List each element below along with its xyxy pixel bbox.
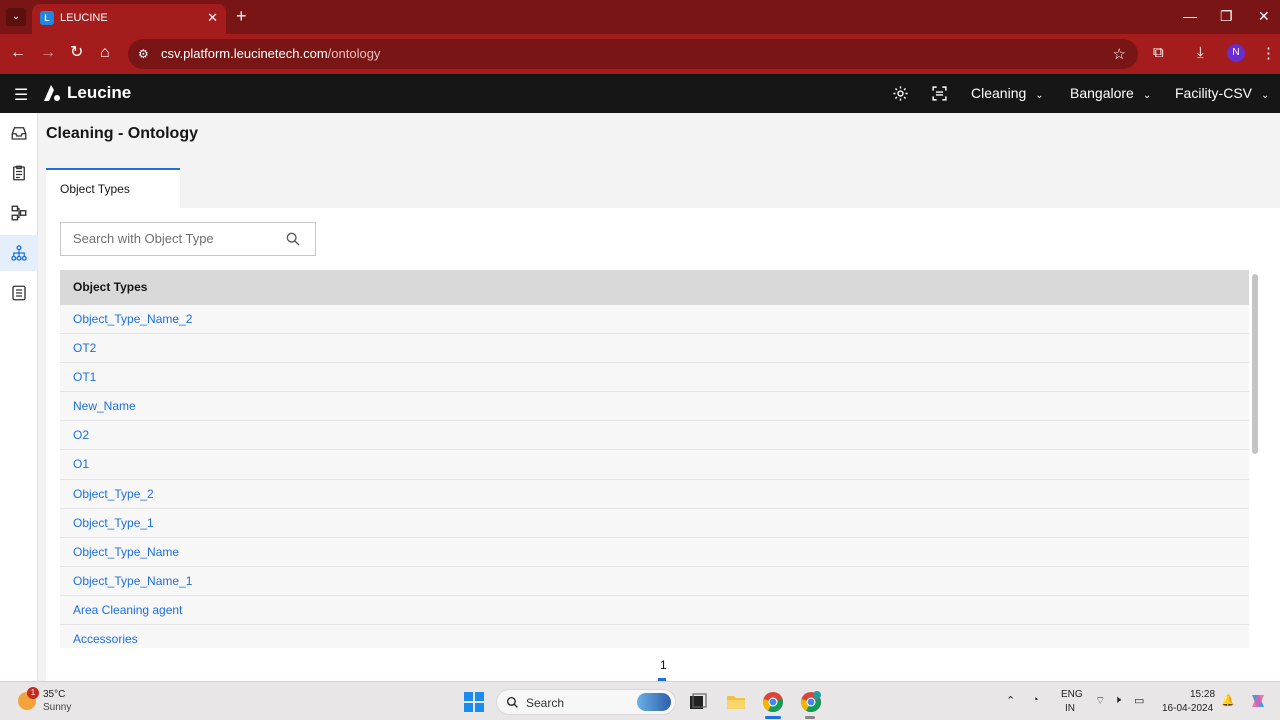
table-row[interactable]: OT2 (60, 334, 1249, 364)
chevron-down-icon: ⌄ (1142, 90, 1152, 101)
windows-start-icon[interactable] (464, 692, 484, 712)
minimize-icon[interactable]: — (1183, 8, 1197, 24)
download-icon[interactable]: ⤓ (1197, 44, 1204, 61)
new-tab-button[interactable]: + (236, 7, 247, 25)
browser-tab[interactable]: L LEUCINE ✕ (32, 4, 226, 34)
sidebar-item-checklists[interactable] (0, 155, 38, 191)
leucine-logo-icon (44, 85, 60, 101)
task-view-icon[interactable] (687, 691, 709, 713)
facility-select[interactable]: Facility-CSV ⌄ (1175, 85, 1269, 101)
window-close-icon[interactable]: ✕ (1258, 8, 1270, 25)
clock-time[interactable]: 15:28 (1190, 689, 1215, 700)
clock-date[interactable]: 16-04-2024 (1162, 703, 1213, 714)
site-info-icon[interactable]: ⚙ (138, 47, 152, 61)
sidebar-item-ontology[interactable] (0, 235, 38, 271)
chrome-profile-icon[interactable] (800, 691, 822, 713)
tab-label: Object Types (60, 182, 130, 196)
table-row[interactable]: Accessories (60, 625, 1249, 648)
table-row[interactable]: O2 (60, 421, 1249, 451)
taskbar-search-label: Search (526, 696, 565, 710)
browser-menu-icon[interactable]: ⋮ (1261, 44, 1276, 62)
table-row[interactable]: Object_Type_1 (60, 508, 1249, 538)
tab-object-types[interactable]: Object Types (46, 168, 180, 208)
table-header: Object Types (60, 270, 1249, 305)
copilot-icon[interactable] (1248, 691, 1268, 714)
checklist-icon (13, 165, 25, 181)
forward-icon[interactable]: → (40, 44, 56, 62)
report-icon (12, 285, 26, 301)
browser-toolbar: ← → ↻ ⌂ ⚙ csv.platform.leucinetech.com/o… (0, 34, 1280, 74)
restore-icon[interactable]: ❐ (1220, 8, 1233, 25)
bookmark-star-icon[interactable]: ☆ (1113, 45, 1126, 63)
sidebar (0, 113, 38, 681)
profile-avatar[interactable]: N (1227, 44, 1245, 62)
chrome-icon[interactable] (762, 691, 784, 713)
table-row[interactable]: Object_Type_Name_1 (60, 566, 1249, 596)
pagination-page-number[interactable]: 1 (660, 658, 667, 672)
search-icon[interactable] (285, 231, 301, 247)
hamburger-menu-icon[interactable]: ☰ (14, 85, 28, 105)
scan-icon[interactable] (931, 85, 948, 102)
table-scrollbar[interactable] (1252, 274, 1258, 454)
logo-text: Leucine (67, 83, 132, 102)
wifi-icon[interactable]: ⌔ (1095, 694, 1105, 708)
table-row[interactable]: Area Cleaning agent (60, 595, 1249, 626)
battery-icon[interactable]: ▭ (1134, 694, 1144, 707)
home-icon[interactable]: ⌂ (100, 44, 110, 62)
volume-muted-icon[interactable]: 🕨 (1114, 694, 1121, 707)
search-box[interactable] (60, 222, 316, 256)
chevron-down-icon: ⌄ (1261, 90, 1270, 101)
taskbar-search[interactable]: Search (496, 689, 676, 715)
search-highlight-icon (637, 693, 671, 711)
sidebar-item-processes[interactable] (0, 195, 38, 231)
open-app-indicator (805, 716, 815, 719)
sidebar-item-inbox[interactable] (0, 115, 38, 151)
tray-app-icon[interactable]: ◔ (1032, 694, 1039, 706)
browser-titlebar: ⌄ L LEUCINE ✕ + — ❐ ✕ (0, 0, 1280, 34)
weather-notification-badge: 1 (27, 687, 39, 699)
table-row[interactable]: OT1 (60, 363, 1249, 393)
tab-title: LEUCINE (60, 12, 108, 24)
table-row[interactable]: O1 (60, 450, 1249, 480)
settings-gear-icon[interactable] (892, 85, 909, 102)
module-select[interactable]: Cleaning ⌄ (971, 85, 1044, 101)
ontology-tree-icon (11, 245, 27, 261)
main-content: Cleaning - Ontology Object Types Object … (38, 113, 1280, 681)
leucine-favicon-icon: L (40, 11, 54, 25)
page-title: Cleaning - Ontology (46, 125, 198, 142)
weather-description[interactable]: Sunny (43, 702, 71, 713)
location-select[interactable]: Bangalore ⌄ (1070, 85, 1151, 101)
app-header: ☰ Leucine Cleaning ⌄ Bangalore ⌄ Facility-… (0, 74, 1280, 113)
search-icon (506, 696, 518, 708)
language-region[interactable]: IN (1065, 703, 1075, 714)
active-app-indicator (765, 716, 781, 719)
tray-overflow-chevron-up-icon[interactable]: ⌃ (1006, 694, 1015, 707)
back-icon[interactable]: ← (10, 44, 26, 62)
chevron-down-icon: ⌄ (1035, 90, 1044, 101)
address-bar[interactable]: ⚙ csv.platform.leucinetech.com/ontology … (128, 39, 1138, 69)
language-indicator[interactable]: ENG (1061, 689, 1083, 700)
file-explorer-icon[interactable] (725, 691, 747, 713)
inbox-icon (11, 127, 27, 140)
windows-taskbar: 1 35°C Sunny Search ⌃ ◔ ENG IN ⌔ 🕨 ▭ 15:… (0, 681, 1280, 720)
extensions-icon[interactable]: ⧉ (1153, 44, 1164, 61)
table-row[interactable]: New_Name (60, 392, 1249, 422)
search-input[interactable] (73, 231, 273, 246)
table-row[interactable]: Object_Type_Name_2 (60, 305, 1249, 335)
object-types-table: Object Types Object_Type_Name_2 OT2 OT1 … (60, 270, 1249, 648)
reload-icon[interactable]: ↻ (70, 44, 83, 62)
url-text[interactable]: csv.platform.leucinetech.com/ontology (161, 46, 380, 61)
object-types-panel: Object Types Object_Type_Name_2 OT2 OT1 … (46, 208, 1280, 681)
table-row[interactable]: Object_Type_2 (60, 479, 1249, 509)
table-row[interactable]: Object_Type_Name (60, 537, 1249, 567)
process-flow-icon (11, 205, 27, 221)
tab-close-icon[interactable]: ✕ (207, 10, 218, 26)
weather-temperature[interactable]: 35°C (43, 689, 65, 700)
notification-bell-icon[interactable]: 🔔 (1221, 694, 1235, 707)
sidebar-item-reports[interactable] (0, 275, 38, 311)
tab-search-button[interactable]: ⌄ (6, 8, 26, 26)
